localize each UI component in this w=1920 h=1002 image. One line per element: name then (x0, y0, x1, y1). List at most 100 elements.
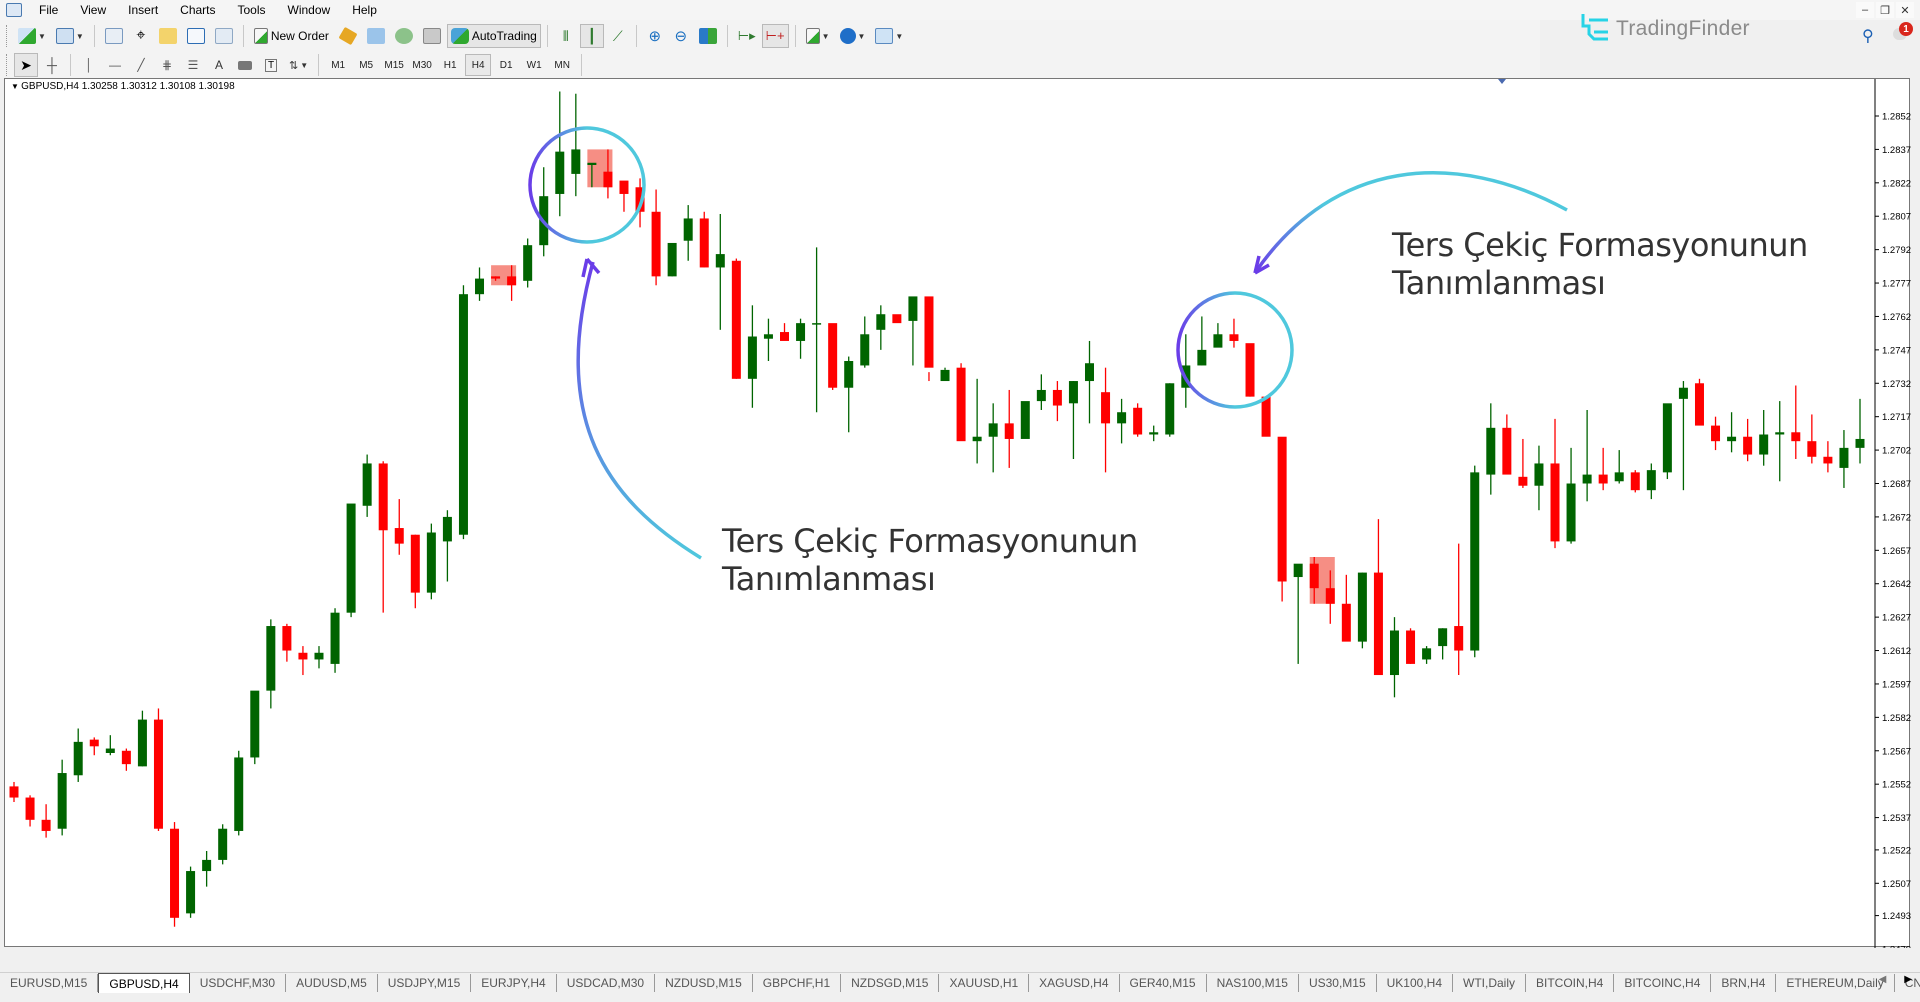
cursor-button[interactable]: ➤ (14, 53, 38, 77)
rectangle-button[interactable] (233, 53, 257, 77)
timeframe-mn[interactable]: MN (549, 54, 575, 76)
terminal-button[interactable] (183, 24, 209, 48)
bearish-candle (892, 314, 902, 324)
tab-scroll-left-icon[interactable]: ◀ (1879, 974, 1887, 985)
crosshair-button[interactable]: ┼ (40, 53, 64, 77)
candlestick-button[interactable]: ┃ (579, 24, 604, 48)
chart-tab[interactable]: UK100,H4 (1377, 974, 1454, 992)
fibonacci-button[interactable]: ☰ (181, 53, 205, 77)
close-button[interactable]: ✕ (1896, 2, 1914, 18)
chart-tab[interactable]: USDCHF,M30 (190, 974, 287, 992)
chart-tab[interactable]: XAGUSD,H4 (1029, 974, 1120, 992)
y-tick-label: 1.25670 (1882, 746, 1911, 757)
horizontal-line-button[interactable]: — (103, 53, 127, 77)
menu-charts[interactable]: Charts (169, 3, 226, 17)
chart-tab[interactable]: BITCOINC,H4 (1614, 974, 1712, 992)
y-tick-label: 1.25075 (1882, 879, 1911, 890)
menu-file[interactable]: File (28, 3, 69, 17)
y-tick-label: 1.25370 (1882, 813, 1911, 824)
chart-tab[interactable]: GBPUSD,H4 (98, 973, 190, 993)
chart-tab[interactable]: NZDSGD,M15 (841, 974, 940, 992)
print-button[interactable] (419, 24, 445, 48)
timeframe-w1[interactable]: W1 (521, 54, 547, 76)
logo-text: TradingFinder (1616, 17, 1750, 40)
chart-tab[interactable]: EURJPY,H4 (471, 974, 557, 992)
indicators-button[interactable]: ▼ (802, 24, 834, 48)
bullish-candle (1470, 472, 1480, 651)
toolbar-grip[interactable] (6, 25, 9, 47)
line-chart-button[interactable]: ⟋ (606, 24, 630, 48)
price-chart[interactable]: 1.28520 1.28370 1.28220 1.28070 1.27920 1.277… (5, 79, 1911, 948)
restore-button[interactable]: ❐ (1876, 2, 1894, 18)
timeframe-m1[interactable]: M1 (325, 54, 351, 76)
menu-insert[interactable]: Insert (117, 3, 169, 17)
chart-tab[interactable]: GER40,M15 (1120, 974, 1207, 992)
bearish-candle (41, 819, 51, 831)
data-window-button[interactable]: ⌖ (129, 24, 153, 48)
zoom-out-button[interactable]: ⊖ (669, 24, 693, 48)
chart-tab[interactable]: XAUUSD,H1 (939, 974, 1030, 992)
menu-tools[interactable]: Tools (227, 3, 277, 17)
timeframe-m30[interactable]: M30 (409, 54, 435, 76)
bearish-candle (1598, 474, 1608, 484)
autotrading-button[interactable]: AutoTrading (446, 24, 541, 48)
menu-window[interactable]: Window (277, 3, 342, 17)
bearish-candle (1823, 456, 1833, 464)
channel-button[interactable]: ⋕ (155, 53, 179, 77)
bar-chart-button[interactable]: ⫴ (554, 24, 578, 48)
vertical-line-button[interactable]: │ (77, 53, 101, 77)
chart-tab[interactable]: GBPCHF,H1 (753, 974, 842, 992)
chart-tab[interactable]: US30,M15 (1299, 974, 1377, 992)
timeframe-h1[interactable]: H1 (437, 54, 463, 76)
chart-header: ▼ GBPUSD,H4 1.30258 1.30312 1.30108 1.30… (11, 81, 235, 92)
chart-tab[interactable]: NZDUSD,M15 (655, 974, 753, 992)
bullish-candle (1839, 447, 1849, 468)
zoom-in-button[interactable]: ⊕ (643, 24, 667, 48)
market-button[interactable] (391, 24, 417, 48)
minimize-button[interactable]: – (1856, 2, 1874, 18)
new-order-button[interactable]: New Order (250, 24, 333, 48)
timeframe-d1[interactable]: D1 (493, 54, 519, 76)
chart-tab[interactable]: NAS100,M15 (1207, 974, 1299, 992)
chart-window[interactable]: 1.28520 1.28370 1.28220 1.28070 1.27920 1.277… (4, 78, 1911, 948)
text-label-button[interactable]: T (259, 53, 283, 77)
collapse-triangle-icon[interactable]: ▼ (11, 82, 21, 91)
bullish-candle (940, 369, 950, 382)
metaeditor-button[interactable] (335, 24, 361, 48)
chart-tab[interactable]: BITCOIN,H4 (1526, 974, 1615, 992)
chart-tab[interactable]: WTI,Daily (1453, 974, 1527, 992)
chart-tab[interactable]: EURUSD,M15 (0, 974, 99, 992)
chart-tab[interactable]: USDJPY,M15 (378, 974, 472, 992)
strategy-tester-button[interactable] (211, 24, 237, 48)
templates-button[interactable]: ▼ (871, 24, 907, 48)
arrows-button[interactable]: ⇅ ▼ (285, 53, 312, 77)
search-icon[interactable]: ⚲ (1862, 26, 1874, 46)
profiles-button[interactable]: ▼ (52, 24, 88, 48)
navigator-button[interactable] (155, 24, 181, 48)
new-chart-button[interactable]: ▼ (14, 24, 50, 48)
autoscroll-button[interactable]: ⊢+ (761, 24, 789, 48)
bullish-candle (844, 361, 854, 388)
menu-help[interactable]: Help (341, 3, 388, 17)
chart-tab[interactable]: BRN,H4 (1711, 974, 1777, 992)
timeframe-h4[interactable]: H4 (465, 54, 492, 76)
y-tick-label: 1.27620 (1882, 312, 1911, 323)
chart-tab[interactable]: USDCAD,M30 (557, 974, 656, 992)
periods-button[interactable]: ▼ (836, 24, 870, 48)
tile-windows-button[interactable] (695, 24, 721, 48)
signals-button[interactable] (363, 24, 389, 48)
chart-tab[interactable]: ETHEREUM,Daily (1776, 974, 1895, 992)
bearish-candle (1229, 334, 1239, 341)
trendline-button[interactable]: ╱ (129, 53, 153, 77)
chart-tab[interactable]: AUDUSD,M5 (286, 974, 378, 992)
timeframe-m5[interactable]: M5 (353, 54, 379, 76)
bullish-candle (763, 334, 773, 339)
menu-view[interactable]: View (69, 3, 117, 17)
text-button[interactable]: A (207, 53, 231, 77)
notifications-button[interactable]: 1 (1893, 22, 1913, 42)
market-watch-button[interactable] (101, 24, 127, 48)
timeframe-m15[interactable]: M15 (381, 54, 407, 76)
toolbar-grip[interactable] (6, 54, 9, 76)
chart-shift-button[interactable]: ⊢▸ (734, 24, 760, 48)
tab-scroll-right-icon[interactable]: ▶ (1904, 974, 1912, 985)
